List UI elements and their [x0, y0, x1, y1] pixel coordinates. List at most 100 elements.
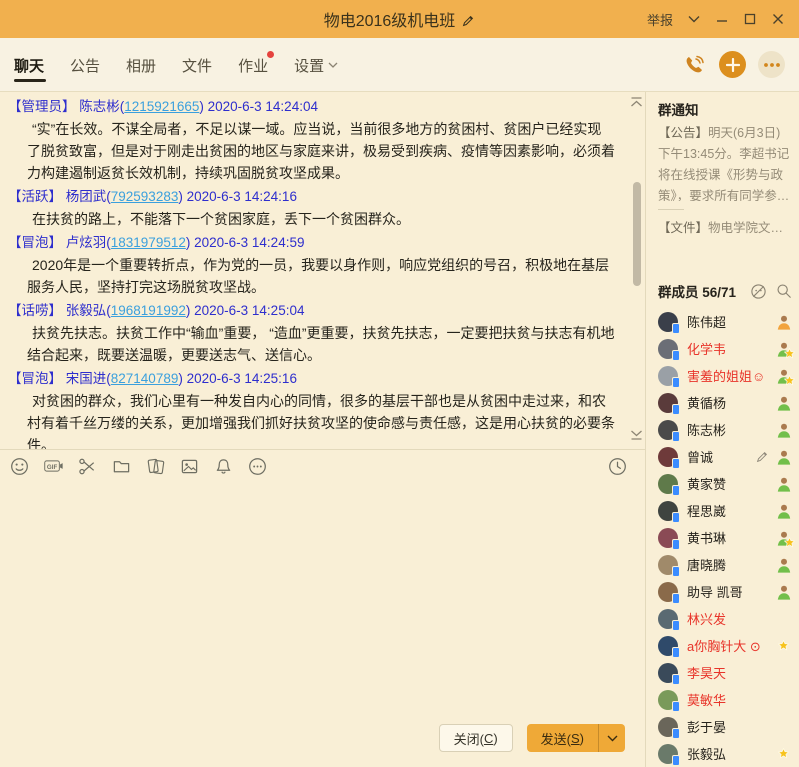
member-avatar [658, 501, 678, 521]
member-avatar [658, 447, 678, 467]
qq-number-link[interactable]: 1968191992 [111, 303, 186, 318]
message-history[interactable]: 【管理员】 陈志彬(1215921665) 2020-6-3 14:24:04 … [0, 92, 645, 450]
message-input[interactable] [0, 482, 645, 717]
titlebar-chevron-down-icon[interactable] [687, 12, 701, 26]
notice-announcement[interactable]: 【公告】明天(6月3日)下午13:45分。李超书记将在线授课《形势与政策》，要求… [658, 123, 792, 201]
mobile-online-badge [672, 647, 680, 658]
member-row[interactable]: 曾诚 [658, 443, 792, 470]
notice-file[interactable]: 【文件】物电学院文华在... [658, 218, 792, 237]
message-text: 2020年是一个重要转折点，作为党的一员，我要以身作则，响应党组织的号召，积极地… [8, 254, 615, 298]
member-row[interactable]: 程思崴 [658, 497, 792, 524]
member-avatar [658, 339, 678, 359]
chat-panel: 【管理员】 陈志彬(1215921665) 2020-6-3 14:24:04 … [0, 92, 646, 767]
sender-name: 宋国进 [66, 371, 107, 386]
mobile-online-badge [672, 512, 680, 523]
search-members-icon[interactable] [776, 283, 792, 299]
more-actions-icon[interactable] [758, 51, 785, 78]
mobile-online-badge [672, 539, 680, 550]
member-status-person-icon [776, 314, 792, 330]
member-row[interactable]: 彭于晏 [658, 713, 792, 740]
member-avatar [658, 690, 678, 710]
close-window-button[interactable] [771, 12, 785, 26]
more-tools-icon[interactable] [248, 457, 267, 476]
mobile-online-badge [672, 755, 680, 766]
member-avatar [658, 393, 678, 413]
mobile-online-badge [672, 377, 680, 388]
member-row[interactable]: 助导 凯哥 [658, 578, 792, 605]
scroll-to-top-icon[interactable] [630, 95, 643, 113]
qq-number-link[interactable]: 1215921665 [124, 99, 199, 114]
admin-star-icon [778, 748, 789, 759]
mobile-online-badge [672, 566, 680, 577]
mobile-online-badge [672, 728, 680, 739]
picture-icon[interactable] [180, 457, 199, 476]
member-row[interactable]: 黄书琳 [658, 524, 792, 551]
qq-number-link[interactable]: 792593283 [111, 189, 179, 204]
anonymous-mute-icon[interactable] [750, 283, 767, 300]
history-clock-icon[interactable] [608, 457, 627, 476]
member-row[interactable]: 黄循杨 [658, 389, 792, 416]
send-button[interactable]: 发送(S) [527, 724, 625, 752]
compose-toolbar: GIF [0, 450, 645, 482]
tab-作业[interactable]: 作业 [238, 41, 268, 88]
emoji-icon[interactable] [10, 457, 29, 476]
message-timestamp: 2020-6-3 14:25:16 [187, 371, 297, 386]
mobile-online-badge [672, 431, 680, 442]
member-row[interactable]: 害羞的姐姐☺ [658, 362, 792, 389]
admin-star-icon [784, 375, 795, 386]
tab-文件[interactable]: 文件 [182, 41, 212, 88]
chat-message: 【冒泡】 卢炫羽(1831979512) 2020-6-3 14:24:59 2… [8, 232, 615, 298]
voice-call-icon[interactable] [680, 51, 707, 78]
scroll-to-bottom-icon[interactable] [630, 427, 643, 445]
window-title: 物电2016级机电班 [324, 13, 456, 30]
message-header: 【冒泡】 宋国进(827140789) 2020-6-3 14:25:16 [8, 368, 615, 390]
member-level-tag: 【活跃】 [8, 189, 62, 204]
member-avatar [658, 582, 678, 602]
member-row[interactable]: 黄家赞 [658, 470, 792, 497]
member-row[interactable]: 陈伟超 [658, 308, 792, 335]
send-options-chevron-icon[interactable] [598, 724, 625, 752]
tab-设置[interactable]: 设置 [294, 41, 338, 88]
member-row[interactable]: 张毅弘 [658, 740, 792, 767]
member-name: 化学韦 [687, 339, 726, 358]
add-member-icon[interactable] [719, 51, 746, 78]
member-row[interactable]: 化学韦 [658, 335, 792, 362]
message-text: “实”在长效。不谋全局者，不足以谋一域。应当说，当前很多地方的贫困村、贫困户已经… [8, 118, 615, 184]
message-timestamp: 2020-6-3 14:24:59 [194, 235, 304, 250]
mobile-online-badge [672, 620, 680, 631]
message-header: 【话唠】 张毅弘(1968191992) 2020-6-3 14:25:04 [8, 300, 615, 322]
qq-number-link[interactable]: 827140789 [111, 371, 179, 386]
screenshot-scissors-icon[interactable] [78, 457, 97, 476]
report-button[interactable]: 举报 [647, 10, 673, 29]
scrollbar-thumb[interactable] [633, 182, 641, 286]
image-stack-icon[interactable] [146, 457, 165, 476]
member-row[interactable]: 林兴发 [658, 605, 792, 632]
member-row[interactable]: 李昊天 [658, 659, 792, 686]
group-sidebar: 群通知 【公告】明天(6月3日)下午13:45分。李超书记将在线授课《形势与政策… [646, 92, 799, 767]
edit-title-pencil-icon[interactable] [461, 14, 475, 28]
member-row[interactable]: 唐晓腾 [658, 551, 792, 578]
chat-message: 【管理员】 陈志彬(1215921665) 2020-6-3 14:24:04 … [8, 96, 615, 184]
notice-divider [658, 209, 684, 210]
qq-number-link[interactable]: 1831979512 [111, 235, 186, 250]
message-timestamp: 2020-6-3 14:24:04 [208, 99, 318, 114]
maximize-button[interactable] [743, 12, 757, 26]
member-avatar [658, 717, 678, 737]
gif-icon[interactable]: GIF [44, 457, 63, 476]
member-level-tag: 【管理员】 [8, 99, 76, 114]
tab-相册[interactable]: 相册 [126, 41, 156, 88]
minimize-button[interactable] [715, 12, 729, 26]
member-name: 林兴发 [687, 609, 726, 628]
member-status-person-icon [776, 422, 792, 438]
member-row[interactable]: 莫敏华 [658, 686, 792, 713]
tab-聊天[interactable]: 聊天 [14, 41, 44, 88]
tab-公告[interactable]: 公告 [70, 41, 100, 88]
bell-icon[interactable] [214, 457, 233, 476]
close-chat-button[interactable]: 关闭(C) [439, 724, 513, 752]
member-row[interactable]: a你胸针大 ⊙ [658, 632, 792, 659]
message-header: 【冒泡】 卢炫羽(1831979512) 2020-6-3 14:24:59 [8, 232, 615, 254]
member-row[interactable]: 陈志彬 [658, 416, 792, 443]
folder-icon[interactable] [112, 457, 131, 476]
member-avatar [658, 366, 678, 386]
member-level-tag: 【冒泡】 [8, 235, 62, 250]
